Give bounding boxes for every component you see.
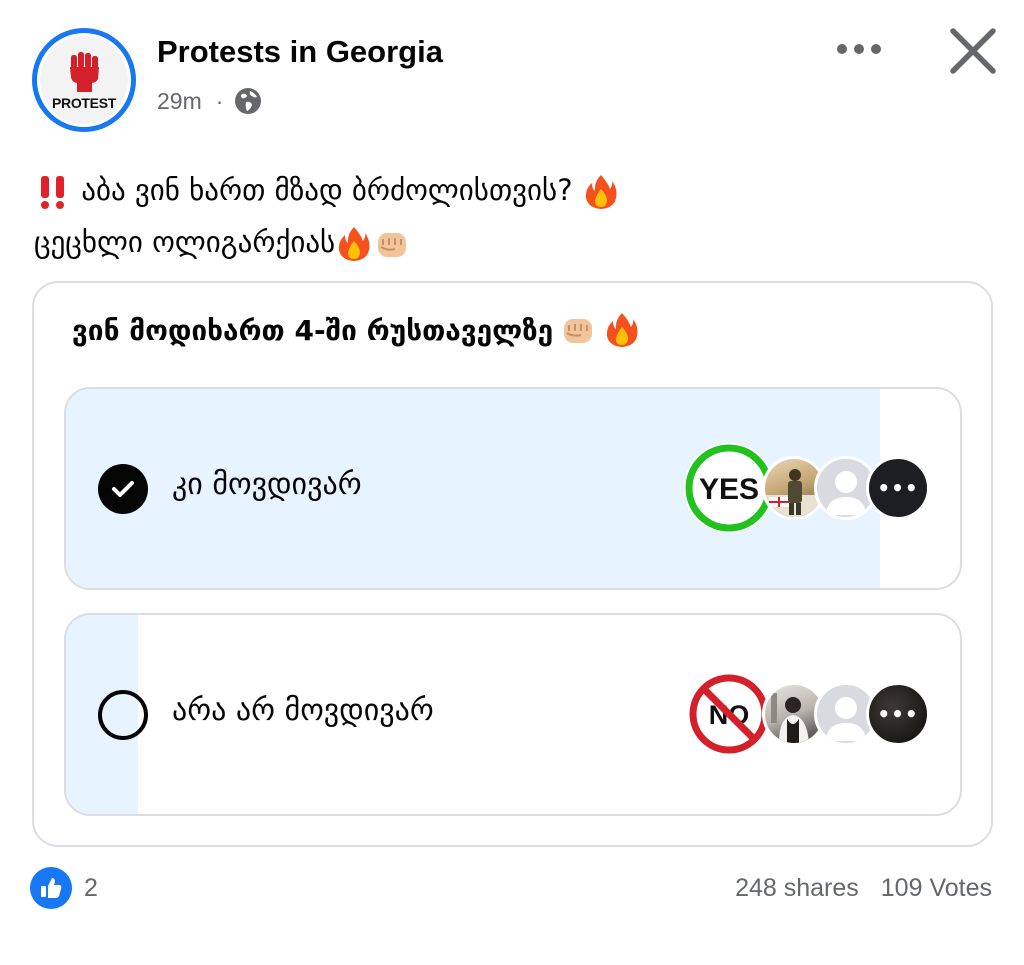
voter-avatars[interactable]: YES ••• (684, 443, 930, 533)
more-voters-label: ••• (877, 476, 919, 500)
voter-avatars[interactable]: NO ••• (684, 669, 930, 759)
post-footer: 2 248 shares 109 Votes (30, 866, 992, 910)
page-avatar[interactable]: PROTEST (32, 28, 136, 132)
poll-card: ვინ მოდიხართ 4-ში რუსთაველზე კი მოვდივარ… (32, 281, 993, 847)
yes-badge-icon: YES (685, 444, 773, 532)
more-voters-button[interactable]: ••• (866, 682, 930, 746)
post-text-line-2: ცეცხლი ოლიგარქიას (34, 216, 974, 268)
more-voters-label: ••• (877, 702, 919, 726)
shares-count[interactable]: 248 shares (735, 874, 859, 903)
fire-icon (339, 227, 370, 261)
poll-question: ვინ მოდიხართ 4-ში რუსთაველზე (72, 311, 641, 349)
raised-fist-icon (70, 52, 99, 92)
poll-question-text: ვინ მოდიხართ 4-ში რუსთაველზე (72, 313, 554, 347)
checkmark-icon (112, 481, 134, 497)
post-stats: 248 shares 109 Votes (735, 874, 992, 903)
avatar-logo: PROTEST (40, 36, 128, 124)
poll-option-yes[interactable]: კი მოვდივარ YES ••• (64, 387, 962, 590)
more-options-button[interactable] (830, 32, 888, 66)
post-meta: 29m · (157, 86, 263, 116)
like-count[interactable]: 2 (84, 874, 98, 903)
post-text-1: აბა ვინ ხართ მზად ბრძოლისთვის? (81, 173, 573, 207)
globe-icon[interactable] (233, 86, 263, 116)
like-reaction-icon[interactable] (30, 867, 72, 909)
poll-option-no[interactable]: არა არ მოვდივარ NO (64, 613, 962, 816)
avatar-text: PROTEST (51, 95, 117, 111)
post-text-2: ცეცხლი ოლიგარქიას (34, 225, 336, 259)
yes-badge-text: YES (699, 473, 759, 506)
post-text: აბა ვინ ხართ მზად ბრძოლისთვის? ცეცხლი ოლ… (34, 164, 974, 268)
more-dot (871, 44, 881, 54)
radio-unchecked-icon[interactable] (98, 690, 148, 740)
raised-fist-emoji-icon (564, 319, 593, 343)
poll-option-label: არა არ მოვდივარ (172, 693, 434, 728)
no-badge-avatar: NO (684, 669, 774, 759)
close-icon[interactable] (944, 22, 1002, 80)
thumbs-up-icon (41, 878, 62, 898)
post-text-line-1: აბა ვინ ხართ მზად ბრძოლისთვის? (34, 164, 974, 216)
more-dot (854, 44, 864, 54)
more-voters-button[interactable]: ••• (866, 456, 930, 520)
more-dot (837, 44, 847, 54)
radio-checked-icon[interactable] (98, 464, 148, 514)
page-name[interactable]: Protests in Georgia (157, 34, 443, 70)
poll-option-label: კი მოვდივარ (172, 467, 362, 502)
votes-count[interactable]: 109 Votes (881, 874, 992, 903)
raised-fist-emoji-icon (378, 233, 407, 257)
double-exclamation-icon (41, 176, 64, 209)
yes-badge-avatar: YES (684, 443, 774, 533)
fire-icon (585, 175, 617, 209)
fire-icon (607, 313, 638, 347)
no-badge-icon: NO (689, 674, 769, 754)
post-time[interactable]: 29m (157, 88, 202, 115)
meta-separator: · (215, 87, 224, 114)
